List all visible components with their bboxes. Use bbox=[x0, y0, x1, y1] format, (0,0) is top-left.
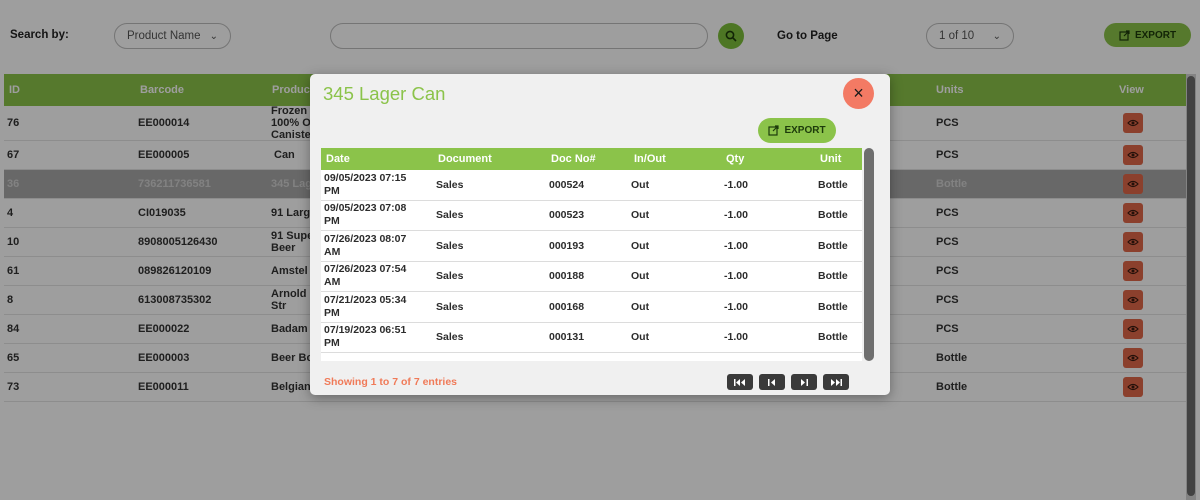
header-date[interactable]: Date bbox=[326, 148, 350, 170]
cell-doc-no: 000193 bbox=[549, 239, 585, 252]
cell-document: Sales bbox=[436, 270, 464, 283]
cell-qty: -1.00 bbox=[724, 178, 748, 191]
cell-doc-no: 000131 bbox=[549, 331, 585, 344]
cell-document: Sales bbox=[436, 178, 464, 191]
cell-unit: Bottle bbox=[818, 209, 848, 222]
cell-date: 09/05/2023 07:15 PM bbox=[324, 171, 407, 197]
prev-page-icon bbox=[768, 378, 775, 386]
header-document[interactable]: Document bbox=[438, 148, 492, 170]
cell-qty: -1.00 bbox=[724, 300, 748, 313]
cell-date: 07/26/2023 07:54 AM bbox=[324, 263, 407, 289]
cell-in-out: Out bbox=[631, 331, 650, 344]
prev-page-button[interactable] bbox=[759, 374, 785, 390]
cell-date: 07/19/2023 06:51 PM bbox=[324, 324, 407, 350]
modal-table-row[interactable]: 07/26/2023 08:07 AM Sales 000193 Out -1.00 Bo… bbox=[321, 231, 862, 262]
modal-table-row[interactable]: 07/19/2023 06:12 bbox=[321, 353, 862, 361]
modal-table-header: Date Document Doc No# In/Out Qty Unit bbox=[321, 148, 862, 170]
stock-history-table: Date Document Doc No# In/Out Qty Unit 09… bbox=[321, 148, 862, 361]
modal-export-button[interactable]: EXPORT bbox=[758, 118, 836, 143]
modal-table-body: 09/05/2023 07:15 PM Sales 000524 Out -1.00 Bo… bbox=[321, 170, 862, 361]
modal-table-row[interactable]: 07/19/2023 06:51 PM Sales 000131 Out -1.00 Bo… bbox=[321, 322, 862, 353]
cell-document: Sales bbox=[436, 331, 464, 344]
next-page-button[interactable] bbox=[791, 374, 817, 390]
cell-unit: Bottle bbox=[818, 270, 848, 283]
cell-qty: -1.00 bbox=[724, 239, 748, 252]
cell-in-out: Out bbox=[631, 300, 650, 313]
modal-table-row[interactable]: 07/21/2023 05:34 PM Sales 000168 Out -1.00 Bo… bbox=[321, 292, 862, 323]
cell-date: 07/19/2023 06:12 bbox=[324, 353, 424, 361]
modal-export-label: EXPORT bbox=[784, 125, 826, 136]
cell-date: 09/05/2023 07:08 PM bbox=[324, 202, 407, 228]
cell-date: 07/26/2023 08:07 AM bbox=[324, 232, 407, 258]
cell-doc-no: 000524 bbox=[549, 178, 585, 191]
cell-doc-no: 000168 bbox=[549, 300, 585, 313]
modal-scrollbar-thumb[interactable] bbox=[864, 148, 874, 361]
close-button[interactable]: × bbox=[843, 78, 874, 109]
modal-table-row[interactable]: 07/26/2023 07:54 AM Sales 000188 Out -1.00 Bo… bbox=[321, 261, 862, 292]
cell-document: Sales bbox=[436, 209, 464, 222]
cell-doc-no: 000523 bbox=[549, 209, 585, 222]
modal-scrollbar[interactable] bbox=[863, 148, 875, 363]
stock-history-modal: 345 Lager Can × EXPORT Date Document Doc… bbox=[310, 74, 890, 395]
header-unit[interactable]: Unit bbox=[820, 148, 841, 170]
last-page-icon bbox=[831, 378, 842, 386]
modal-table-row[interactable]: 09/05/2023 07:15 PM Sales 000524 Out -1.00 Bo… bbox=[321, 170, 862, 201]
first-page-button[interactable] bbox=[727, 374, 753, 390]
entries-info: Showing 1 to 7 of 7 entries bbox=[324, 376, 458, 388]
cell-in-out: Out bbox=[631, 209, 650, 222]
first-page-icon bbox=[734, 378, 745, 386]
export-icon bbox=[768, 125, 780, 136]
header-in-out[interactable]: In/Out bbox=[634, 148, 666, 170]
cell-unit: Bottle bbox=[818, 239, 848, 252]
cell-in-out: Out bbox=[631, 270, 650, 283]
close-icon: × bbox=[853, 83, 864, 103]
modal-title: 345 Lager Can bbox=[323, 83, 446, 104]
cell-qty: -1.00 bbox=[724, 331, 748, 344]
cell-in-out: Out bbox=[631, 239, 650, 252]
cell-in-out: Out bbox=[631, 178, 650, 191]
cell-document: Sales bbox=[436, 300, 464, 313]
cell-unit: Bottle bbox=[818, 331, 848, 344]
cell-unit: Bottle bbox=[818, 178, 848, 191]
modal-table-row[interactable]: 09/05/2023 07:08 PM Sales 000523 Out -1.00 Bo… bbox=[321, 200, 862, 231]
cell-date: 07/21/2023 05:34 PM bbox=[324, 293, 407, 319]
next-page-icon bbox=[801, 378, 808, 386]
cell-doc-no: 000188 bbox=[549, 270, 585, 283]
cell-qty: -1.00 bbox=[724, 270, 748, 283]
header-qty[interactable]: Qty bbox=[726, 148, 744, 170]
last-page-button[interactable] bbox=[823, 374, 849, 390]
cell-unit: Bottle bbox=[818, 300, 848, 313]
header-doc-no[interactable]: Doc No# bbox=[551, 148, 596, 170]
cell-document: Sales bbox=[436, 239, 464, 252]
cell-qty: -1.00 bbox=[724, 209, 748, 222]
